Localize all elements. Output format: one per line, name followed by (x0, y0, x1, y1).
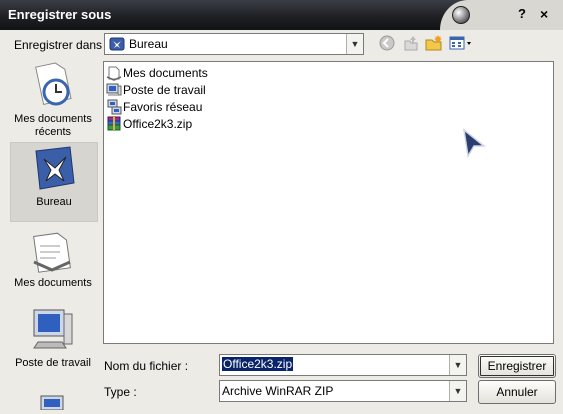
close-button[interactable]: × (540, 6, 548, 22)
desktop-icon (109, 37, 125, 54)
title-bar[interactable]: Enregistrer sous ? × (0, 0, 563, 30)
views-menu-icon[interactable] (449, 35, 473, 53)
winrar-archive-icon (106, 116, 122, 135)
help-button[interactable]: ? (518, 6, 526, 21)
theme-orb-icon (452, 6, 470, 24)
recent-documents-icon (10, 62, 96, 113)
back-icon[interactable] (378, 35, 396, 53)
chevron-down-icon[interactable]: ▼ (346, 34, 363, 54)
title-bar-buttons-area (470, 0, 563, 30)
place-network-partial[interactable] (10, 390, 96, 414)
chevron-down-icon[interactable]: ▼ (449, 355, 466, 375)
up-folder-icon[interactable] (402, 35, 420, 53)
save-button[interactable]: Enregistrer (478, 354, 556, 378)
window-title: Enregistrer sous (8, 7, 112, 22)
type-label: Type : (104, 385, 137, 399)
new-folder-icon[interactable] (425, 35, 443, 53)
file-list[interactable]: Mes documents Poste de travail Favoris r… (103, 61, 554, 344)
network-places-icon (10, 390, 96, 413)
type-value: Archive WinRAR ZIP (222, 384, 334, 398)
cancel-button[interactable]: Annuler (478, 380, 556, 404)
filename-label: Nom du fichier : (104, 359, 189, 373)
place-my-computer[interactable]: Poste de travail (10, 304, 96, 380)
save-in-combo[interactable]: Bureau ▼ (104, 33, 364, 55)
my-documents-icon (10, 224, 96, 277)
save-in-value: Bureau (129, 37, 168, 51)
filename-input[interactable]: Office2k3.zip ▼ (219, 354, 467, 376)
desktop-icon (11, 143, 97, 196)
chevron-down-icon[interactable]: ▼ (449, 381, 466, 401)
mouse-cursor-icon (462, 128, 487, 161)
type-select[interactable]: Archive WinRAR ZIP ▼ (219, 380, 467, 402)
save-as-dialog: Enregistrer sous ? × Enregistrer dans : … (0, 0, 563, 414)
places-bar: Mes documents récents Bureau Mes documen… (8, 60, 98, 414)
place-desktop[interactable]: Bureau (10, 142, 98, 222)
filename-value: Office2k3.zip (222, 357, 294, 371)
place-my-documents[interactable]: Mes documents (10, 224, 96, 300)
place-recent-documents[interactable]: Mes documents récents (10, 62, 96, 142)
my-computer-icon (10, 304, 96, 357)
save-in-label: Enregistrer dans : (14, 38, 109, 52)
